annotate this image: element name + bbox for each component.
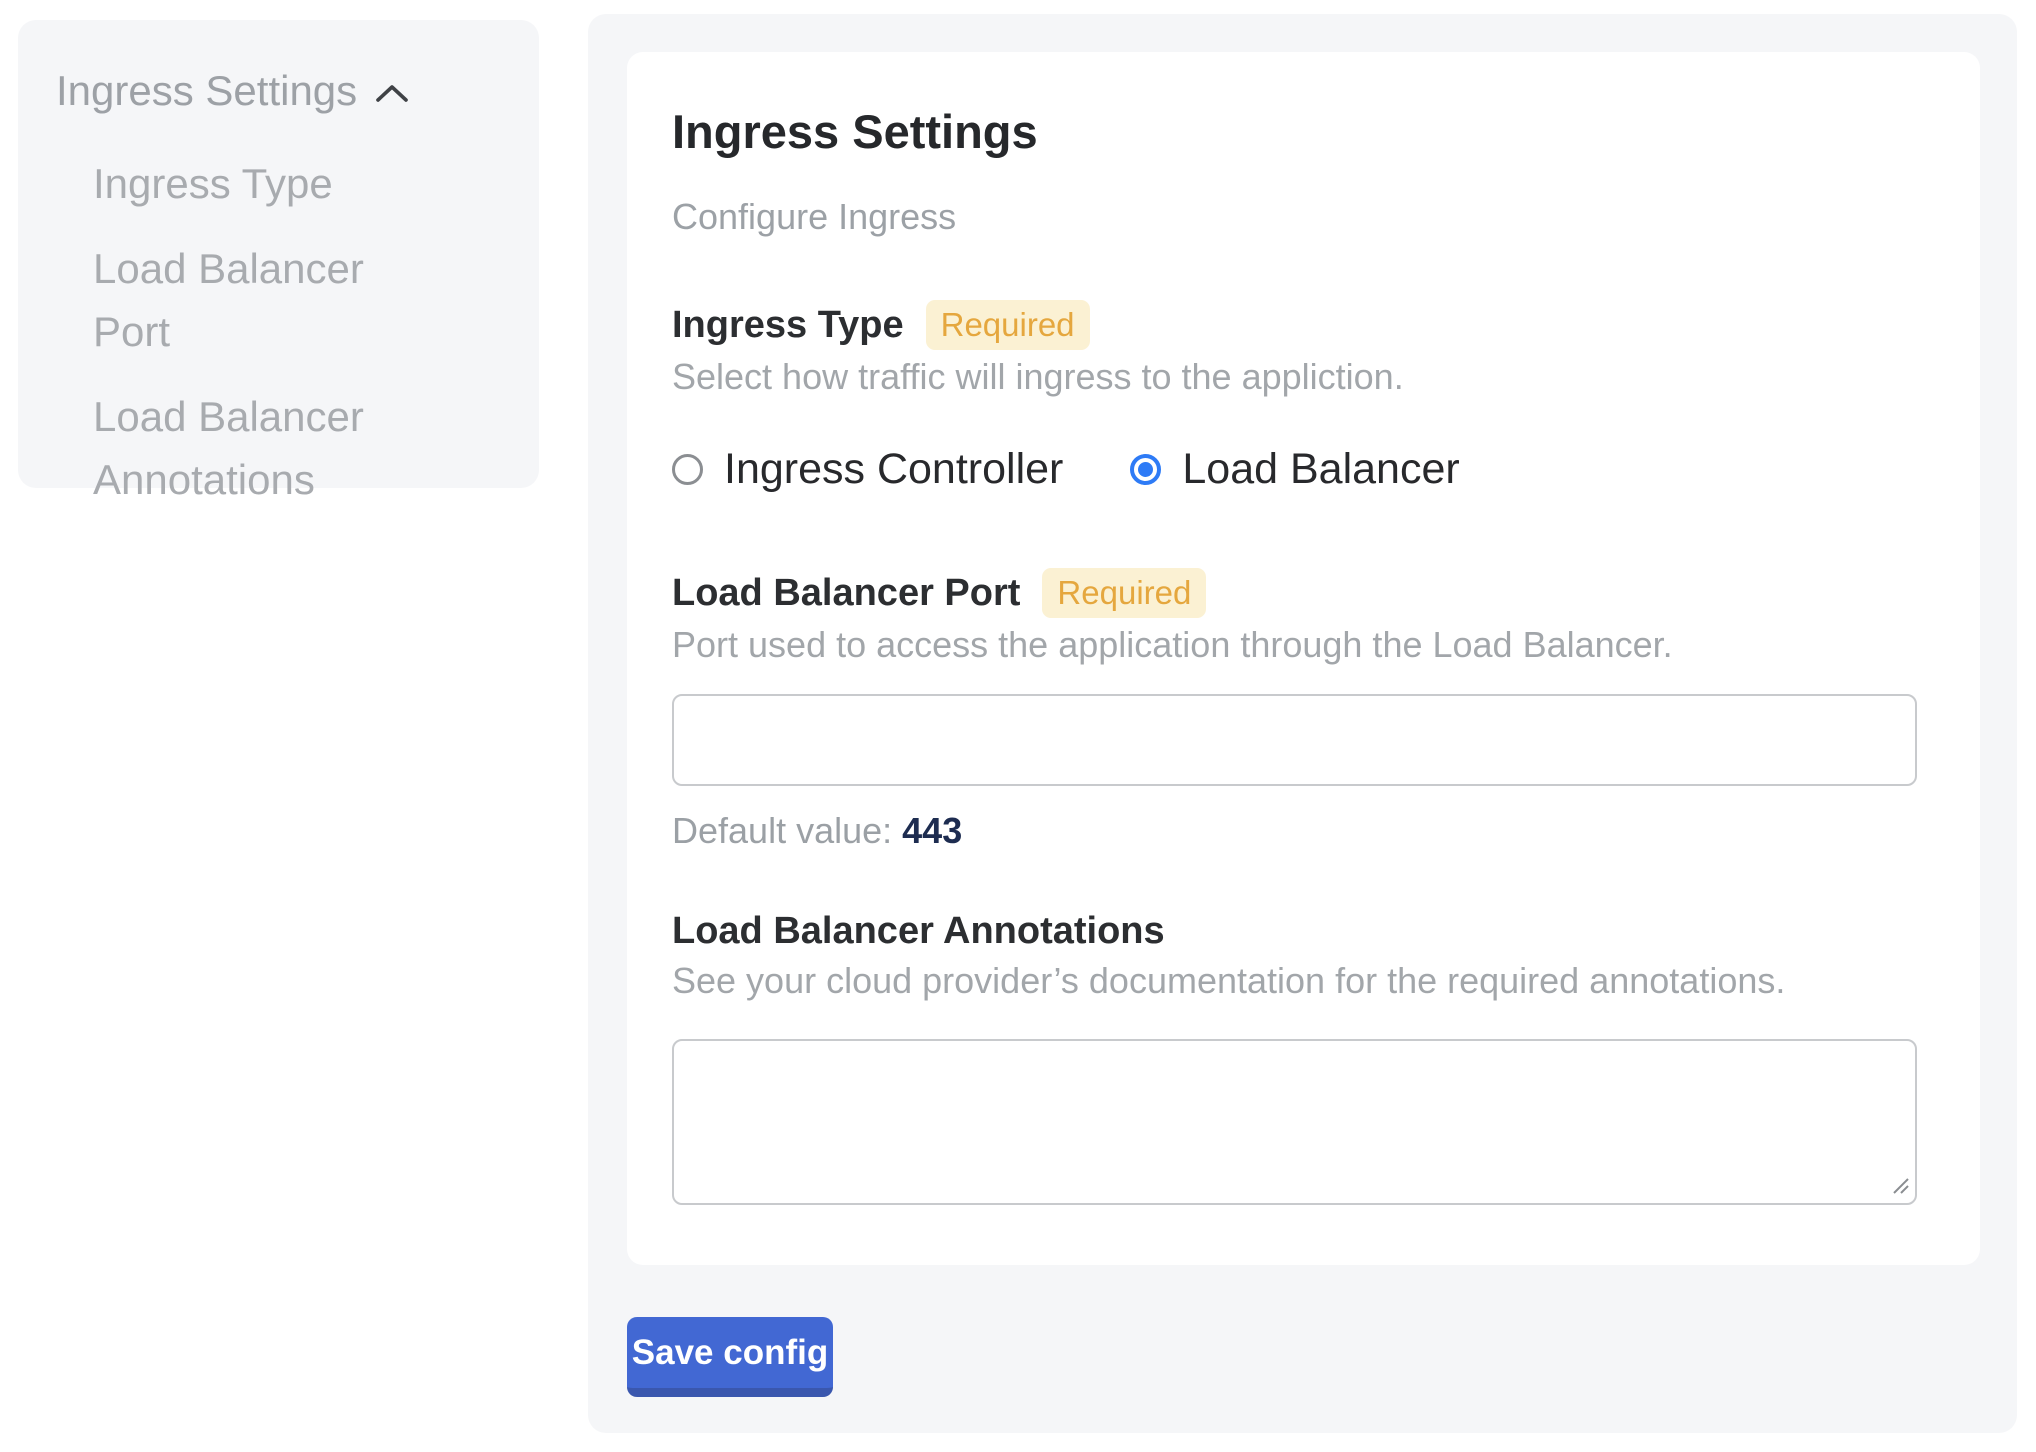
page-title: Ingress Settings [672,104,1932,160]
default-value-row: Default value: 443 [672,810,1932,852]
sidebar-item-list: Ingress Type Load Balancer Port Load Bal… [56,152,509,511]
radio-option-load-balancer[interactable]: Load Balancer [1130,444,1459,494]
radio-icon[interactable] [672,454,703,485]
radio-label-ingress-controller: Ingress Controller [724,444,1063,494]
settings-outline-sidebar: Ingress Settings Ingress Type Load Balan… [18,20,539,488]
sidebar-item-load-balancer-port[interactable]: Load Balancer Port [93,237,423,363]
load-balancer-annotations-field-wrap [672,1039,1917,1205]
default-value: 443 [902,810,962,851]
default-value-label: Default value: [672,810,892,851]
radio-icon[interactable] [1130,454,1161,485]
load-balancer-annotations-heading-row: Load Balancer Annotations [672,908,1932,954]
ingress-type-radio-group: Ingress Controller Load Balancer [672,444,1932,494]
load-balancer-annotations-description: See your cloud provider’s documentation … [672,960,1932,1002]
load-balancer-annotations-title: Load Balancer Annotations [672,908,1165,954]
radio-label-load-balancer: Load Balancer [1182,444,1459,494]
sidebar-item-ingress-type[interactable]: Ingress Type [93,152,423,215]
resize-handle-icon[interactable] [1892,1177,1910,1195]
page-subtitle: Configure Ingress [672,196,1932,238]
ingress-type-description: Select how traffic will ingress to the a… [672,356,1932,398]
sidebar-group-ingress-settings[interactable]: Ingress Settings [56,66,509,116]
load-balancer-port-heading-row: Load Balancer Port Required [672,568,1932,618]
ingress-settings-panel: Ingress Settings Configure Ingress Ingre… [588,14,2017,1433]
required-badge: Required [926,300,1090,350]
sidebar-item-load-balancer-annotations[interactable]: Load Balancer Annotations [93,385,423,511]
ingress-type-heading-row: Ingress Type Required [672,300,1932,350]
page: Ingress Settings Ingress Type Load Balan… [0,0,2036,1452]
radio-option-ingress-controller[interactable]: Ingress Controller [672,444,1063,494]
load-balancer-port-description: Port used to access the application thro… [672,624,1932,666]
ingress-settings-card: Ingress Settings Configure Ingress Ingre… [627,52,1980,1265]
load-balancer-annotations-textarea[interactable] [672,1039,1917,1205]
chevron-up-icon [375,84,409,104]
sidebar-group-label: Ingress Settings [56,66,357,116]
required-badge: Required [1042,568,1206,618]
load-balancer-port-input[interactable] [672,694,1917,786]
ingress-type-title: Ingress Type [672,302,904,348]
save-config-button[interactable]: Save config [627,1317,833,1397]
load-balancer-port-title: Load Balancer Port [672,570,1020,616]
